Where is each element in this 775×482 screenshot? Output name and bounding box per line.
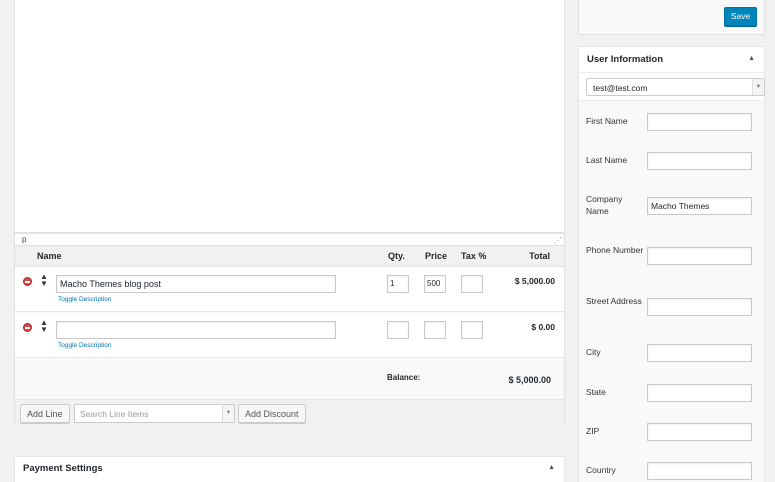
editor-path[interactable]: p bbox=[22, 235, 26, 244]
add-line-button[interactable]: Add Line bbox=[20, 404, 70, 423]
add-discount-button[interactable]: Add Discount bbox=[238, 404, 306, 423]
item-total: $ 5,000.00 bbox=[514, 276, 555, 286]
line-items-box: Name Qty. Price Tax % Total ▲ ▼ Macho The… bbox=[14, 246, 565, 426]
toggle-description-link[interactable]: Toggle Description bbox=[58, 342, 111, 349]
col-tax: Tax % bbox=[461, 251, 487, 261]
col-name: Name bbox=[37, 251, 62, 261]
save-button[interactable]: Save bbox=[724, 7, 757, 26]
balance-label: Balance: bbox=[387, 373, 421, 382]
user-information-box: User Information ▲ test@test.com ▼ First… bbox=[578, 46, 765, 482]
line-items-footer: Add Line Search Line Items ▼ Add Discoun… bbox=[15, 399, 564, 426]
street-address-field[interactable] bbox=[647, 298, 752, 316]
item-tax-input[interactable] bbox=[461, 275, 483, 293]
col-total: Total bbox=[529, 251, 550, 261]
content-editor[interactable] bbox=[14, 0, 565, 233]
item-total: $ 0.00 bbox=[531, 322, 555, 332]
search-placeholder: Search Line Items bbox=[80, 409, 149, 419]
country-field[interactable] bbox=[647, 462, 752, 480]
zip-label: ZIP bbox=[586, 426, 600, 436]
search-line-items-select[interactable]: Search Line Items ▼ bbox=[74, 404, 235, 423]
last-name-label: Last Name bbox=[586, 155, 628, 165]
item-tax-input[interactable] bbox=[461, 321, 483, 339]
company-name-field[interactable]: Macho Themes bbox=[647, 197, 752, 215]
chevron-down-icon[interactable]: ▼ bbox=[222, 405, 234, 422]
first-name-field[interactable] bbox=[647, 113, 752, 131]
phone-number-label: Phone Number bbox=[586, 245, 644, 255]
user-information-title: User Information bbox=[587, 54, 664, 65]
line-items-header: Name Qty. Price Tax % Total bbox=[15, 246, 564, 267]
balance-value: $ 5,000.00 bbox=[508, 375, 551, 385]
city-label: City bbox=[586, 347, 601, 357]
collapse-icon[interactable]: ▲ bbox=[548, 464, 555, 471]
payment-settings-title: Payment Settings bbox=[23, 463, 103, 474]
payment-settings-box: Payment Settings ▲ bbox=[14, 456, 565, 482]
country-label: Country bbox=[586, 465, 616, 475]
city-field[interactable] bbox=[647, 344, 752, 362]
editor-status-bar: p ⋰ bbox=[14, 233, 565, 246]
chevron-down-icon[interactable]: ▼ bbox=[752, 79, 764, 95]
state-label: State bbox=[586, 387, 606, 397]
col-qty: Qty. bbox=[388, 251, 405, 261]
publish-box: Save bbox=[578, 0, 765, 35]
line-item-row: ▲ ▼ Macho Themes blog post Toggle Descrip… bbox=[15, 267, 564, 312]
resize-handle-icon[interactable]: ⋰ bbox=[554, 236, 562, 245]
item-qty-input[interactable]: 1 bbox=[387, 275, 409, 293]
street-address-label: Street Address bbox=[586, 296, 642, 306]
first-name-label: First Name bbox=[586, 116, 628, 126]
item-qty-input[interactable] bbox=[387, 321, 409, 339]
user-select-value: test@test.com bbox=[593, 83, 648, 93]
last-name-field[interactable] bbox=[647, 152, 752, 170]
user-information-header: User Information ▲ bbox=[579, 47, 764, 73]
line-item-row: ▲ ▼ Toggle Description $ 0.00 bbox=[15, 313, 564, 358]
collapse-icon[interactable]: ▲ bbox=[748, 55, 755, 62]
zip-field[interactable] bbox=[647, 423, 752, 441]
toggle-description-link[interactable]: Toggle Description bbox=[58, 296, 111, 303]
item-price-input[interactable] bbox=[424, 321, 446, 339]
user-form: First Name Last Name Company Name Macho … bbox=[579, 100, 764, 482]
company-name-label: Company Name bbox=[586, 194, 623, 216]
user-select[interactable]: test@test.com ▼ bbox=[586, 78, 765, 96]
state-field[interactable] bbox=[647, 384, 752, 402]
sort-icon[interactable]: ▲ ▼ bbox=[40, 319, 48, 334]
item-name-input[interactable]: Macho Themes blog post bbox=[56, 275, 336, 293]
sort-icon[interactable]: ▲ ▼ bbox=[40, 273, 48, 288]
delete-icon[interactable] bbox=[23, 323, 32, 332]
delete-icon[interactable] bbox=[23, 277, 32, 286]
item-price-input[interactable]: 500 bbox=[424, 275, 446, 293]
item-name-input[interactable] bbox=[56, 321, 336, 339]
col-price: Price bbox=[425, 251, 448, 261]
phone-number-field[interactable] bbox=[647, 247, 752, 265]
